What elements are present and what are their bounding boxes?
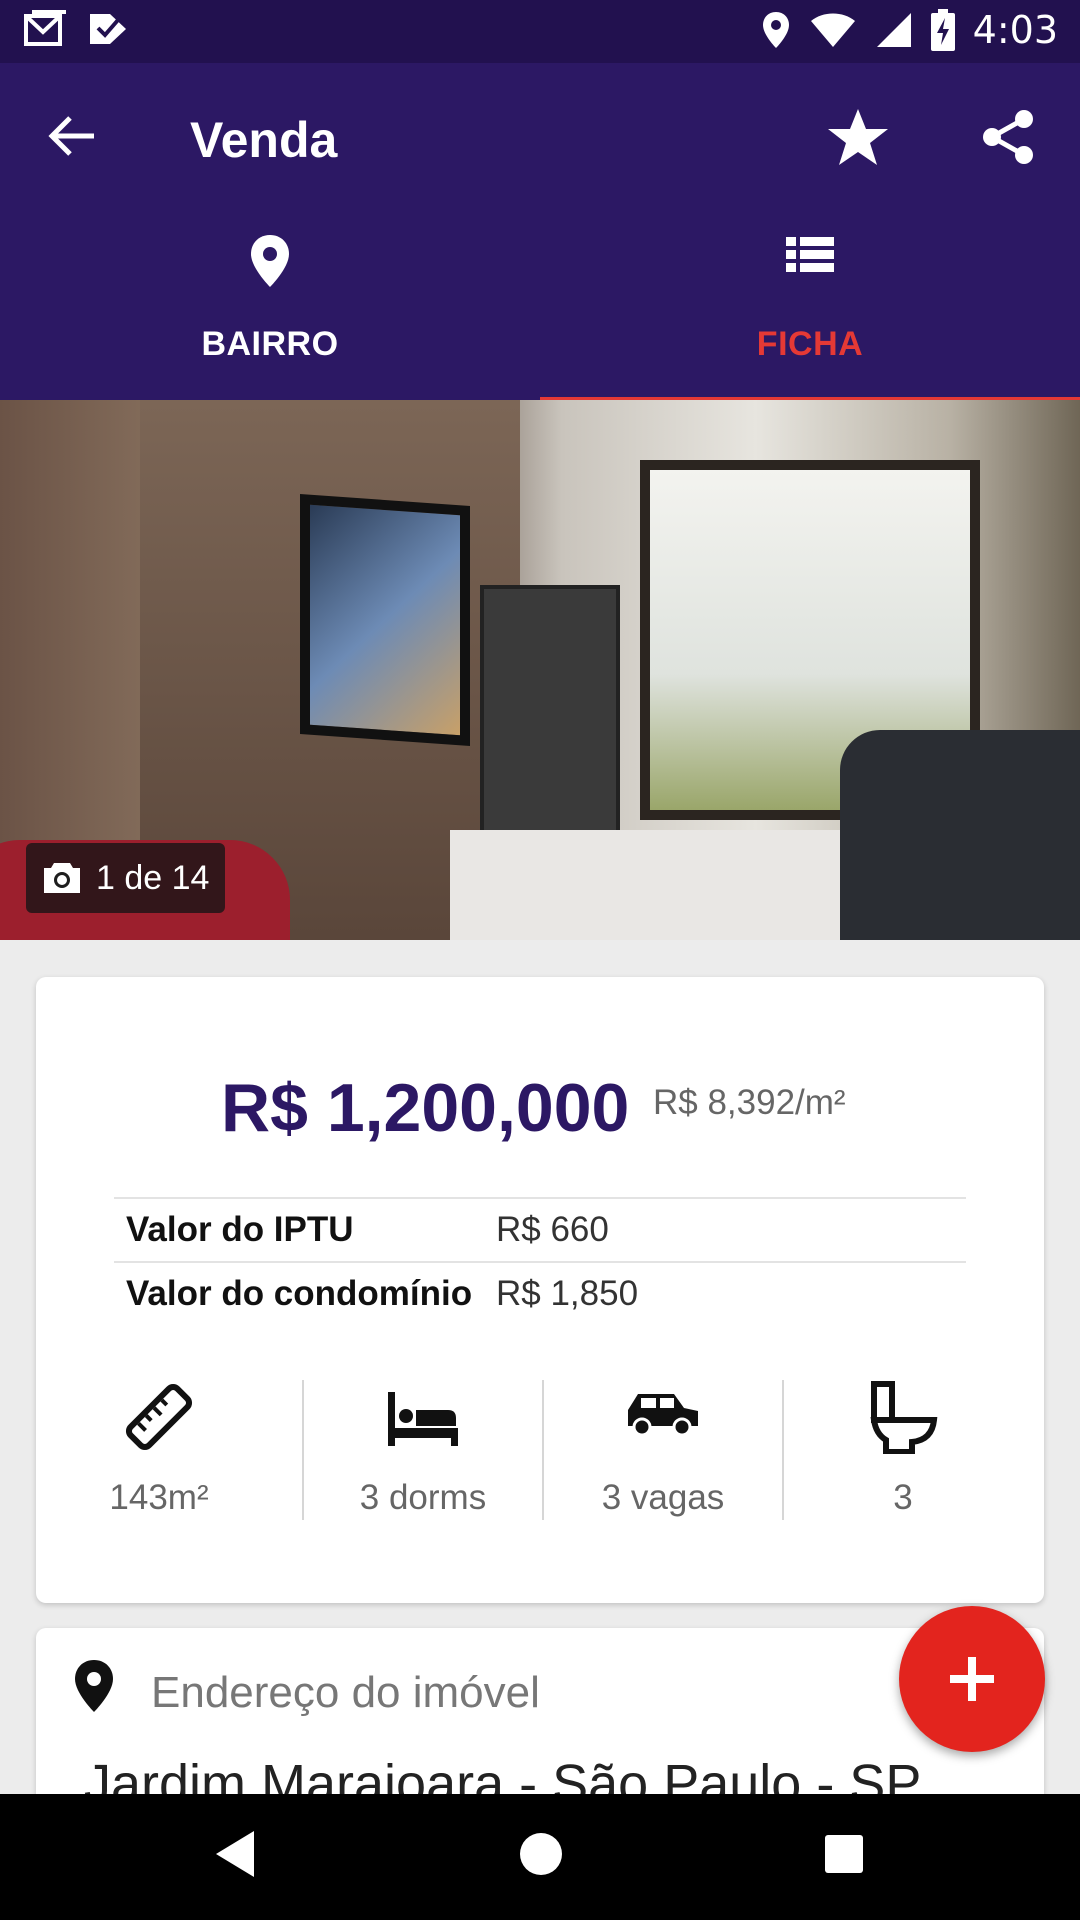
feature-label: 3 dorms (359, 1478, 487, 1517)
system-nav-bar (0, 1794, 1080, 1920)
battery-charging-icon (930, 9, 955, 51)
back-triangle-icon[interactable] (212, 1827, 256, 1881)
cost-row-iptu: Valor do IPTU R$ 660 (114, 1199, 966, 1261)
app-bar: Venda BAIRRO FICHA (0, 63, 1080, 403)
plus-icon (950, 1657, 994, 1701)
cost-row-condominio: Valor do condomínio R$ 1,850 (114, 1263, 966, 1325)
recents-square-icon[interactable] (823, 1827, 865, 1881)
camera-icon (44, 863, 80, 893)
feature-area: 143m² (39, 1380, 279, 1520)
feature-row: 143m² 3 dorms 3 vagas 3 (36, 1380, 1044, 1520)
favorite-star-icon[interactable] (826, 105, 890, 169)
price-per-m2: R$ 8,392/m² (653, 1083, 846, 1122)
map-pin-icon (251, 235, 289, 287)
toilet-icon (870, 1381, 938, 1454)
share-icon[interactable] (978, 107, 1038, 167)
feature-parking: 3 vagas (543, 1380, 783, 1520)
listing-photo[interactable]: 1 de 14 (0, 400, 1080, 940)
feature-label: 143m² (109, 1478, 209, 1517)
photo-counter-badge: 1 de 14 (26, 843, 226, 913)
listing-price: R$ 1,200,000 (221, 1070, 630, 1146)
photo-tv (300, 494, 470, 746)
location-icon (762, 12, 789, 48)
bed-icon (388, 1392, 458, 1446)
cost-value: R$ 660 (496, 1210, 609, 1249)
ruler-icon (125, 1383, 193, 1451)
signal-icon (876, 13, 911, 47)
status-time: 4:03 (972, 8, 1058, 52)
address-label: Endereço do imóvel (151, 1668, 540, 1717)
checkmark-app-icon (90, 14, 126, 44)
page-title: Venda (190, 112, 338, 168)
feature-bathrooms: 3 (783, 1380, 1023, 1520)
wifi-icon (810, 13, 855, 47)
tab-ficha-label: FICHA (756, 325, 864, 363)
price-card: R$ 1,200,000 R$ 8,392/m² Valor do IPTU R… (36, 977, 1044, 1603)
add-fab-button[interactable] (899, 1606, 1045, 1752)
photo-counter: 1 de 14 (96, 858, 210, 897)
cost-table: Valor do IPTU R$ 660 Valor do condomínio… (114, 1197, 966, 1325)
gmail-icon (24, 10, 66, 46)
location-pin-icon (75, 1660, 113, 1712)
feature-dorms: 3 dorms (303, 1380, 543, 1520)
tab-bairro[interactable]: BAIRRO (0, 233, 540, 403)
cost-label: Valor do IPTU (126, 1210, 354, 1249)
feature-label: 3 (893, 1478, 913, 1517)
tab-ficha[interactable]: FICHA (540, 233, 1080, 403)
back-icon[interactable] (44, 108, 100, 164)
status-bar: 4:03 (0, 0, 1080, 63)
cost-label: Valor do condomínio (126, 1274, 473, 1313)
photo-sofa-right (840, 730, 1080, 940)
home-circle-icon[interactable] (518, 1827, 564, 1881)
car-icon (628, 1394, 698, 1437)
cost-value: R$ 1,850 (496, 1274, 639, 1313)
list-icon (786, 237, 834, 272)
feature-label: 3 vagas (601, 1478, 725, 1517)
tab-bairro-label: BAIRRO (201, 325, 339, 363)
